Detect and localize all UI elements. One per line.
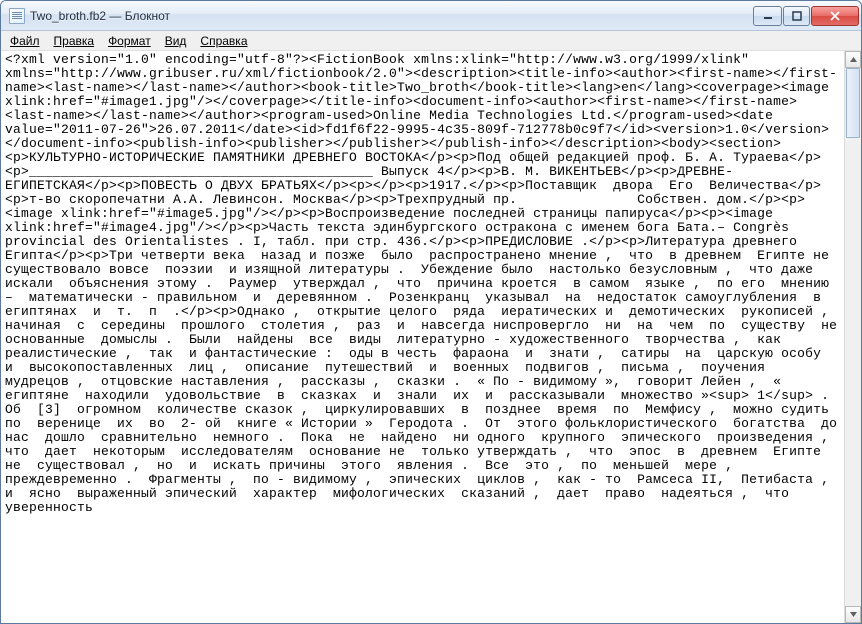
minimize-icon — [763, 11, 773, 21]
window-controls — [753, 6, 859, 26]
menu-view[interactable]: Вид — [158, 32, 194, 50]
scroll-up-button[interactable] — [845, 51, 861, 68]
titlebar[interactable]: Two_broth.fb2 — Блокнот — [1, 1, 861, 31]
menu-edit[interactable]: Правка — [47, 32, 102, 50]
window-title: Two_broth.fb2 — Блокнот — [30, 9, 753, 23]
menu-help[interactable]: Справка — [193, 32, 254, 50]
app-icon — [9, 8, 25, 24]
notepad-window: Two_broth.fb2 — Блокнот Файл Правка Форм… — [0, 0, 862, 624]
vertical-scrollbar — [844, 51, 861, 623]
content-area — [1, 51, 861, 623]
maximize-button[interactable] — [783, 6, 810, 26]
close-button[interactable] — [811, 6, 859, 26]
minimize-button[interactable] — [753, 6, 782, 26]
chevron-down-icon — [849, 610, 858, 619]
menu-format[interactable]: Формат — [101, 32, 158, 50]
scroll-down-button[interactable] — [845, 606, 861, 623]
menubar: Файл Правка Формат Вид Справка — [1, 31, 861, 51]
chevron-up-icon — [849, 55, 858, 64]
menu-file[interactable]: Файл — [3, 32, 47, 50]
scrollbar-track[interactable] — [845, 68, 861, 606]
maximize-icon — [792, 11, 802, 21]
scrollbar-thumb[interactable] — [846, 68, 860, 138]
close-icon — [829, 11, 841, 21]
text-editor[interactable] — [1, 51, 843, 623]
